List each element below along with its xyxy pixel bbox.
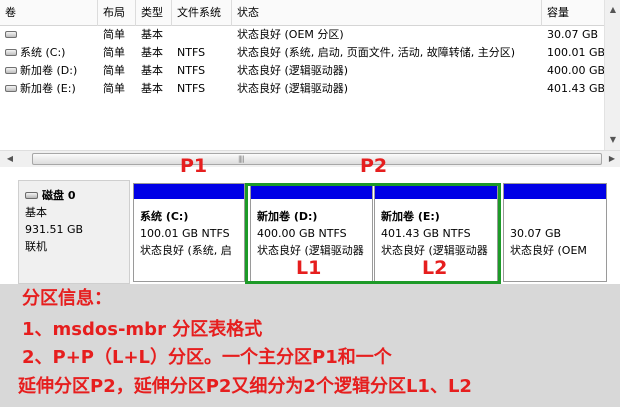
- partition-size: 30.07 GB: [510, 227, 562, 240]
- volume-capacity: 100.01 GB: [547, 46, 605, 59]
- scroll-left-icon[interactable]: ◀: [2, 151, 18, 167]
- partition-oem[interactable]: 30.07 GB 状态良好 (OEM: [503, 183, 607, 282]
- partition-c[interactable]: 系统 (C:) 100.01 GB NTFS 状态良好 (系统, 启: [133, 183, 245, 282]
- volume-layout: 简单: [103, 82, 125, 95]
- info-heading: 分区信息：: [22, 288, 112, 309]
- scroll-right-icon[interactable]: ▶: [604, 151, 620, 167]
- drive-icon: [5, 84, 17, 92]
- scroll-up-icon[interactable]: ▲: [605, 2, 620, 18]
- vertical-scrollbar[interactable]: ▲ ▼: [604, 0, 620, 150]
- info-line-3: 延伸分区P2，延伸分区P2又细分为2个逻辑分区L1、L2: [18, 376, 472, 397]
- volume-name: 系统 (C:): [20, 46, 66, 59]
- partition-size: 100.01 GB NTFS: [140, 227, 230, 240]
- column-capacity[interactable]: 容量: [542, 0, 605, 26]
- column-layout[interactable]: 布局: [98, 0, 136, 26]
- partition-status: 状态良好 (系统, 启: [140, 244, 232, 257]
- column-status[interactable]: 状态: [232, 0, 542, 26]
- partition-title: 系统 (C:): [140, 210, 189, 223]
- volume-filesystem: NTFS: [177, 46, 206, 59]
- volume-filesystem: NTFS: [177, 82, 206, 95]
- volume-filesystem: [172, 26, 232, 43]
- volume-row[interactable]: 新加卷 (D:) 简单 基本 NTFS 状态良好 (逻辑驱动器) 400.00 …: [0, 62, 620, 79]
- disk-icon: [25, 191, 38, 199]
- column-volume[interactable]: 卷: [0, 0, 98, 26]
- volume-capacity: 400.00 GB: [547, 64, 605, 77]
- partition-bar: [504, 184, 606, 199]
- column-filesystem[interactable]: 文件系统: [172, 0, 232, 26]
- disk-name: 磁盘 0: [42, 189, 76, 202]
- label-p1: P1: [180, 155, 208, 177]
- volume-capacity: 401.43 GB: [547, 82, 605, 95]
- volume-list: 卷 布局 类型 文件系统 状态 容量 简单 基本 状态良好 (OEM 分区) 3…: [0, 0, 620, 150]
- partition-bar: [134, 184, 244, 199]
- drive-icon: [5, 30, 17, 38]
- extended-partition-frame: [245, 183, 501, 284]
- label-l2: L2: [422, 257, 448, 279]
- volume-name: 新加卷 (D:): [20, 64, 78, 77]
- label-l1: L1: [296, 257, 322, 279]
- volume-filesystem: NTFS: [177, 64, 206, 77]
- volume-layout: 简单: [103, 28, 125, 41]
- volume-type: 基本: [141, 82, 163, 95]
- info-line-1: 1、msdos-mbr 分区表格式: [22, 319, 263, 340]
- scrollbar-thumb[interactable]: ||||: [32, 153, 602, 165]
- scroll-down-icon[interactable]: ▼: [605, 132, 620, 148]
- info-line-2: 2、P+P（L+L）分区。一个主分区P1和一个: [22, 347, 392, 368]
- horizontal-scrollbar[interactable]: ◀ |||| ▶: [0, 150, 620, 167]
- volume-status: 状态良好 (OEM 分区): [237, 28, 344, 41]
- volume-row[interactable]: 简单 基本 状态良好 (OEM 分区) 30.07 GB: [0, 26, 620, 43]
- drive-icon: [5, 48, 17, 56]
- volume-layout: 简单: [103, 64, 125, 77]
- volume-status: 状态良好 (逻辑驱动器): [237, 82, 349, 95]
- disk-type: 基本: [25, 206, 47, 219]
- volume-status: 状态良好 (逻辑驱动器): [237, 64, 349, 77]
- disk-info-panel[interactable]: 磁盘 0 基本 931.51 GB 联机: [18, 180, 130, 284]
- info-panel: 分区信息： 1、msdos-mbr 分区表格式 2、P+P（L+L）分区。一个主…: [0, 284, 620, 407]
- grip-icon: ||||: [238, 155, 245, 163]
- volume-type: 基本: [141, 64, 163, 77]
- partition-status: 状态良好 (OEM: [510, 244, 587, 257]
- volume-name: 新加卷 (E:): [20, 82, 76, 95]
- volume-type: 基本: [141, 46, 163, 59]
- volume-status: 状态良好 (系统, 启动, 页面文件, 活动, 故障转储, 主分区): [237, 46, 516, 59]
- list-header: 卷 布局 类型 文件系统 状态 容量: [0, 0, 620, 26]
- volume-row[interactable]: 新加卷 (E:) 简单 基本 NTFS 状态良好 (逻辑驱动器) 401.43 …: [0, 80, 620, 97]
- volume-layout: 简单: [103, 46, 125, 59]
- volume-type: 基本: [141, 28, 163, 41]
- column-type[interactable]: 类型: [136, 0, 172, 26]
- volume-capacity: 30.07 GB: [547, 28, 599, 41]
- disk-size: 931.51 GB: [25, 223, 84, 236]
- volume-row[interactable]: 系统 (C:) 简单 基本 NTFS 状态良好 (系统, 启动, 页面文件, 活…: [0, 44, 620, 61]
- disk-state: 联机: [25, 240, 47, 253]
- label-p2: P2: [360, 155, 388, 177]
- drive-icon: [5, 66, 17, 74]
